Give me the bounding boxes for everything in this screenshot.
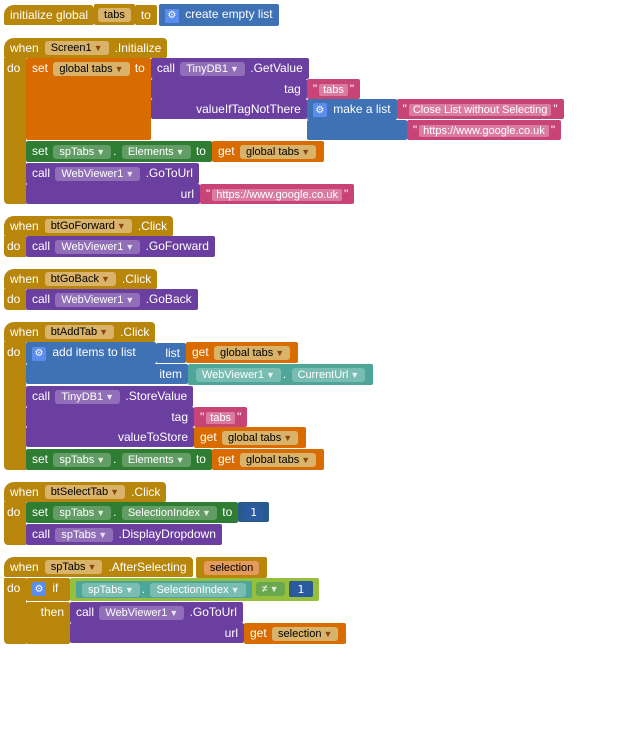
do-label: do	[4, 342, 26, 470]
call-webviewer-gotourl-row[interactable]: call WebViewer1▼ .GoToUrl url "https://w…	[26, 163, 618, 204]
list-slot	[307, 120, 407, 140]
then-keyword: then	[26, 602, 70, 644]
component-webviewer1[interactable]: WebViewer1▼	[55, 240, 140, 254]
param-selection[interactable]: selection	[204, 561, 259, 575]
arg-tag-label: tag	[151, 79, 307, 99]
event-header: when Screen1▼ .Initialize	[4, 38, 167, 58]
get-global-tabs[interactable]: get global tabs▼	[212, 141, 324, 162]
text-url-google[interactable]: "https://www.google.co.uk"	[200, 184, 354, 204]
set-global-tabs-row[interactable]: set global tabs▼ to call TinyDB1▼ .GetVa…	[26, 58, 618, 141]
event-header: when btGoBack▼ .Click	[4, 269, 157, 289]
add-items-to-list-block[interactable]: ⚙ add items to list list get global tabs…	[26, 342, 618, 385]
when-btselecttab-click[interactable]: when btSelectTab▼ .Click do set spTabs▼.…	[4, 482, 618, 545]
gear-icon[interactable]: ⚙	[313, 103, 327, 117]
var-name-tabs: tabs	[98, 8, 131, 22]
sptabs-selectionindex[interactable]: spTabs▼. SelectionIndex▼	[76, 581, 252, 598]
prop-elements[interactable]: Elements▼	[122, 145, 191, 159]
when-screen1-initialize[interactable]: when Screen1▼ .Initialize do set global …	[4, 38, 618, 205]
arg-url-label: url	[26, 184, 200, 204]
var-global-tabs[interactable]: global tabs▼	[53, 62, 129, 76]
arg-valuetostore-label: valueToStore	[26, 427, 194, 447]
if-block[interactable]: ⚙ if spTabs▼. SelectionIndex▼ ≠▼ 1	[26, 578, 618, 601]
event-header: when btGoForward▼ .Click	[4, 216, 173, 236]
call-displaydropdown[interactable]: call spTabs▼ .DisplayDropdown	[26, 524, 618, 545]
component-sptabs[interactable]: spTabs▼	[45, 560, 103, 574]
get-selection[interactable]: get selection▼	[244, 623, 346, 644]
event-header: when btSelectTab▼ .Click	[4, 482, 166, 502]
if-condition[interactable]: spTabs▼. SelectionIndex▼ ≠▼ 1	[70, 578, 319, 601]
gear-icon[interactable]: ⚙	[32, 582, 46, 596]
call-webviewer-goforward[interactable]: call WebViewer1▼ .GoForward	[26, 236, 215, 257]
text-google-url[interactable]: "https://www.google.co.uk"	[407, 120, 561, 140]
when-btgoback-click[interactable]: when btGoBack▼ .Click do call WebViewer1…	[4, 269, 618, 310]
arg-valueifnot-label: valueIfTagNotThere	[151, 99, 307, 119]
when-sptabs-afterselecting[interactable]: when spTabs▼ .AfterSelecting selection d…	[4, 557, 618, 644]
arg-list-label: list	[156, 343, 186, 363]
get-global-tabs[interactable]: get global tabs▼	[194, 427, 306, 448]
call-webviewer-gotourl[interactable]: call WebViewer1▼ .GoToUrl	[70, 602, 243, 623]
arg-item-label: item	[26, 364, 188, 384]
component-btselecttab[interactable]: btSelectTab▼	[45, 485, 125, 499]
call-header: call TinyDB1▼ .StoreValue	[26, 386, 193, 407]
event-header: when btAddTab▼ .Click	[4, 322, 155, 342]
number-1[interactable]: 1	[289, 581, 314, 597]
set-sptabs-elements-row[interactable]: set spTabs▼. Elements▼ to get global tab…	[26, 141, 618, 162]
component-webviewer1[interactable]: WebViewer1▼	[55, 167, 140, 181]
then-branch: then call WebViewer1▼ .GoToUrl url get	[26, 602, 618, 644]
set-selectionindex[interactable]: set spTabs▼. SelectionIndex▼ to 1	[26, 502, 618, 523]
text-close-list[interactable]: "Close List without Selecting"	[397, 99, 564, 119]
call-tinydb-getvalue[interactable]: call TinyDB1▼ .GetValue	[151, 58, 309, 79]
initialize-global-keyword: initialize global	[4, 5, 94, 25]
component-btaddtab[interactable]: btAddTab▼	[45, 325, 114, 339]
do-label: do	[4, 502, 26, 545]
set-sptabs-elements[interactable]: set spTabs▼. Elements▼ to get global tab…	[26, 449, 618, 470]
gear-icon[interactable]: ⚙	[32, 347, 46, 361]
when-btgoforward-click[interactable]: when btGoForward▼ .Click do call WebView…	[4, 216, 618, 257]
to-keyword: to	[135, 5, 157, 25]
call-webviewer-gotourl: call WebViewer1▼ .GoToUrl	[26, 163, 199, 184]
do-label: do	[4, 289, 26, 310]
not-equal-operator[interactable]: ≠▼	[256, 582, 285, 596]
get-global-tabs[interactable]: get global tabs▼	[186, 342, 298, 363]
make-a-list-block[interactable]: ⚙ make a list	[307, 99, 397, 121]
text-tabs-tag[interactable]: "tabs"	[307, 79, 360, 99]
get-global-tabs[interactable]: get global tabs▼	[212, 449, 324, 470]
gear-icon[interactable]: ⚙	[165, 9, 179, 23]
text-tabs-tag[interactable]: "tabs"	[194, 407, 247, 427]
compare-block: spTabs▼. SelectionIndex▼ ≠▼ 1	[70, 578, 319, 601]
component-screen1[interactable]: Screen1▼	[45, 41, 109, 55]
webviewer-currenturl[interactable]: WebViewer1▼. CurrentUrl▼	[188, 364, 373, 385]
number-1[interactable]: 1	[238, 502, 269, 522]
do-label: do	[4, 58, 26, 205]
set-block: set global tabs▼ to	[26, 58, 151, 141]
component-tinydb1[interactable]: TinyDB1▼	[55, 390, 120, 404]
component-tinydb1[interactable]: TinyDB1▼	[180, 62, 245, 76]
arg-url-label: url	[70, 623, 244, 643]
set-component-prop: set spTabs▼. Elements▼ to	[26, 141, 212, 162]
create-empty-list-block[interactable]: ⚙ create empty list	[159, 4, 279, 26]
event-param-row: selection	[196, 557, 267, 578]
do-label: do	[4, 236, 26, 257]
component-btgoback[interactable]: btGoBack▼	[45, 272, 116, 286]
component-btgoforward[interactable]: btGoForward▼	[45, 219, 132, 233]
dropdown-icon: ▼	[94, 43, 103, 53]
var-name-container: tabs	[94, 4, 135, 25]
component-webviewer1[interactable]: WebViewer1▼	[55, 293, 140, 307]
call-tinydb-storevalue[interactable]: call TinyDB1▼ .StoreValue tag "tabs" val…	[26, 386, 618, 448]
event-header: when spTabs▼ .AfterSelecting	[4, 557, 193, 577]
component-sptabs[interactable]: spTabs▼	[53, 145, 111, 159]
add-items-label: ⚙ add items to list	[26, 342, 156, 364]
call-webviewer-goback[interactable]: call WebViewer1▼ .GoBack	[26, 289, 198, 310]
init-global-block[interactable]: initialize global tabs to ⚙ create empty…	[4, 4, 618, 26]
arg-tag-label: tag	[26, 407, 194, 427]
if-keyword-col: ⚙ if	[26, 578, 70, 601]
when-btaddtab-click[interactable]: when btAddTab▼ .Click do ⚙ add items to …	[4, 322, 618, 470]
do-label: do	[4, 578, 26, 644]
